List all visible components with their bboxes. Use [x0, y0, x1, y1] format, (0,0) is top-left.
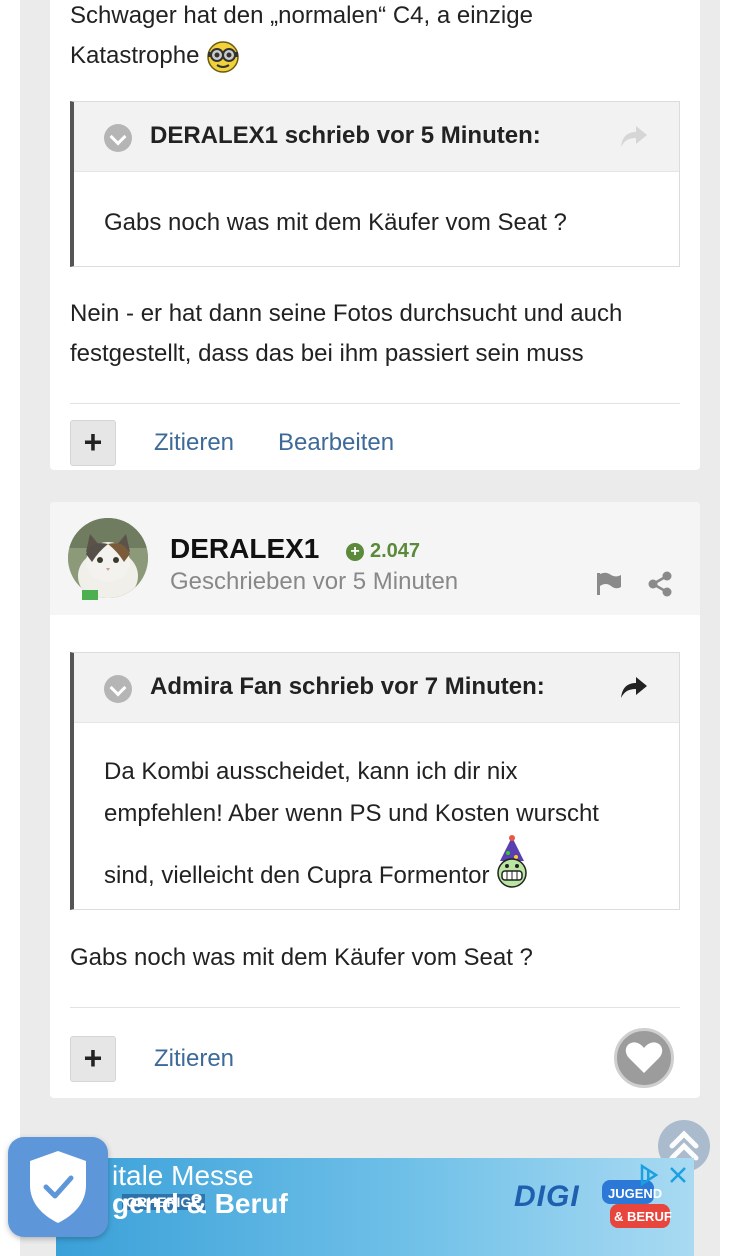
- post-timestamp[interactable]: Geschrieben vor 5 Minuten: [170, 568, 458, 596]
- post-text: Gabs noch was mit dem Käufer vom Seat ?: [70, 944, 533, 971]
- reputation-badge: +2.047: [346, 540, 420, 563]
- plus-circle-icon: +: [346, 543, 364, 561]
- online-indicator: [82, 590, 98, 600]
- quote-text-line: sind, vielleicht den Cupra Formentor: [104, 835, 649, 897]
- adchoices-icon[interactable]: [634, 1162, 664, 1188]
- author-name[interactable]: DERALEX1: [170, 533, 319, 565]
- flag-icon[interactable]: [594, 570, 624, 598]
- reputation-count: 2.047: [370, 540, 421, 562]
- shield-check-icon: [30, 1151, 86, 1223]
- quote-text: Da Kombi ausscheidet, kann ich dir nix e…: [74, 723, 679, 897]
- chevron-down-icon[interactable]: [104, 675, 132, 703]
- ad-title-line: gend & Beruf: [112, 1188, 288, 1219]
- post-text-line: Nein - er hat dann seine Fotos durchsuch…: [70, 300, 623, 327]
- quote-author: DERALEX1 schrieb vor 5 Minuten:: [150, 122, 541, 149]
- avatar[interactable]: [68, 518, 148, 598]
- quote-text-line: Da Kombi ausscheidet, kann ich dir nix: [104, 758, 518, 785]
- ad-logo-beruf-text: & BERUF: [614, 1209, 672, 1224]
- quote-button[interactable]: Zitieren: [154, 1045, 234, 1073]
- ad-banner[interactable]: itale Messe ORHERIGE gend & Beruf DIGI J…: [56, 1158, 694, 1256]
- author-bar: DERALEX1 +2.047 Geschrieben vor 5 Minute…: [50, 502, 700, 615]
- close-icon[interactable]: [666, 1162, 690, 1188]
- like-button[interactable]: [614, 1028, 674, 1088]
- minion-emoji-icon: [207, 40, 239, 73]
- quote-block: Admira Fan schrieb vor 7 Minuten: Da Kom…: [70, 652, 680, 910]
- quote-text: Gabs noch was mit dem Käufer vom Seat ?: [104, 209, 567, 236]
- multiquote-plus-button[interactable]: +: [70, 420, 116, 466]
- divider: [70, 1007, 680, 1008]
- quote-header: Admira Fan schrieb vor 7 Minuten:: [74, 653, 679, 723]
- divider: [70, 403, 680, 404]
- post-card: Schwager hat den „normalen“ C4, a einzig…: [50, 0, 700, 470]
- quote-author: Admira Fan schrieb vor 7 Minuten:: [150, 673, 545, 700]
- post-text-line: Katastrophe: [70, 36, 690, 76]
- post-reply-text: Nein - er hat dann seine Fotos durchsuch…: [70, 294, 690, 374]
- shield-button[interactable]: [8, 1137, 108, 1237]
- post-text-line-part: Katastrophe: [70, 42, 200, 69]
- ad-logo-digi: DIGI: [514, 1180, 580, 1213]
- party-emoji-icon: [497, 835, 527, 888]
- chevron-down-icon[interactable]: [104, 124, 132, 152]
- quote-header: DERALEX1 schrieb vor 5 Minuten:: [74, 102, 679, 172]
- heart-icon: [625, 1042, 663, 1073]
- quote-block: DERALEX1 schrieb vor 5 Minuten: Gabs noc…: [70, 101, 680, 267]
- share-icon[interactable]: [646, 570, 674, 598]
- post-card: DERALEX1 +2.047 Geschrieben vor 5 Minute…: [50, 502, 700, 1098]
- cat-avatar-image: [68, 518, 148, 598]
- post-text-line: Schwager hat den „normalen“ C4, a einzig…: [70, 2, 533, 29]
- post-text: Schwager hat den „normalen“ C4, a einzig…: [70, 0, 690, 76]
- post-text-line: festgestellt, dass das bei ihm passiert …: [70, 340, 584, 367]
- share-arrow-icon[interactable]: [619, 122, 649, 150]
- share-arrow-icon[interactable]: [619, 673, 649, 701]
- edit-button[interactable]: Bearbeiten: [278, 429, 394, 457]
- quote-button[interactable]: Zitieren: [154, 429, 234, 457]
- quote-text-line: empfehlen! Aber wenn PS und Kosten wursc…: [104, 800, 599, 827]
- quote-text-line-part: sind, vielleicht den Cupra Formentor: [104, 862, 490, 889]
- ad-logo-jugend-text: JUGEND: [608, 1186, 662, 1201]
- multiquote-plus-button[interactable]: +: [70, 1036, 116, 1082]
